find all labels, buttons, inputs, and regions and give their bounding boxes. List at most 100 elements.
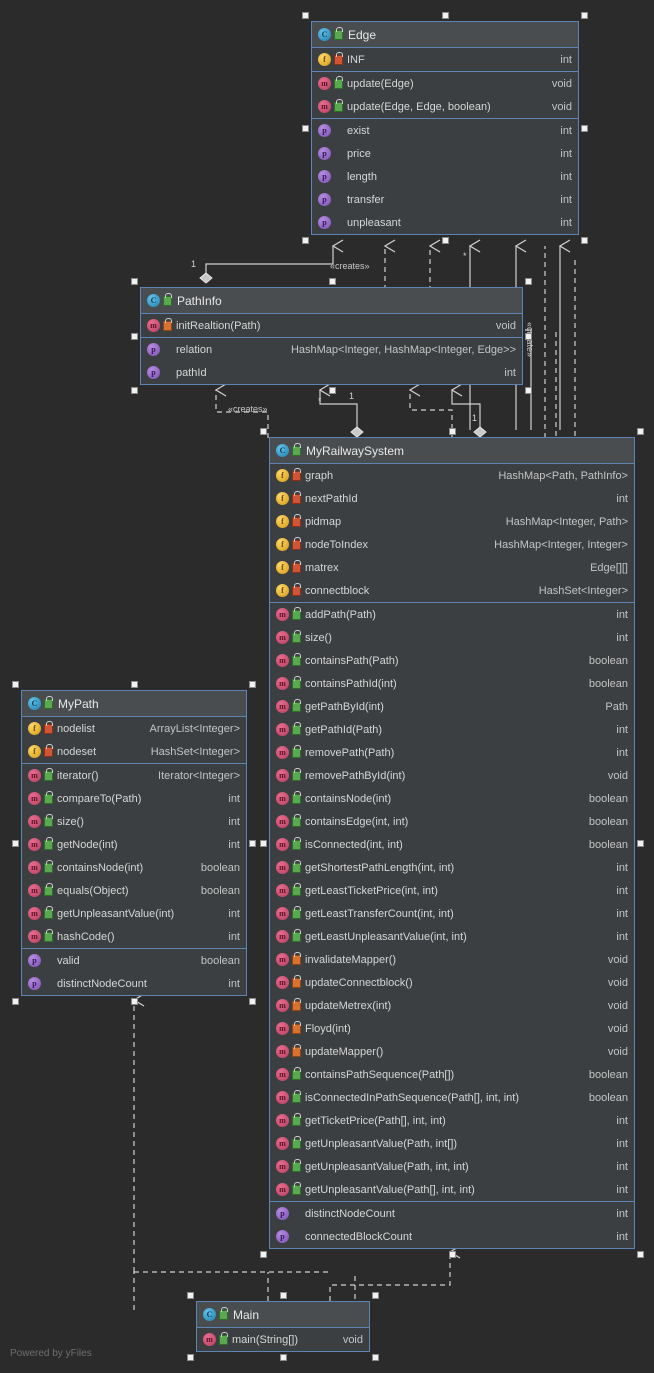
member-row[interactable]: m getPathId(Path) int bbox=[270, 718, 634, 741]
member-row[interactable]: m getUnpleasantValue(int) int bbox=[22, 902, 246, 925]
member-row[interactable]: f pidmap HashMap<Integer, Path> bbox=[270, 510, 634, 533]
member-row[interactable]: m Floyd(int) void bbox=[270, 1017, 634, 1040]
handle-mid-right[interactable] bbox=[249, 840, 256, 847]
member-row[interactable]: m getTicketPrice(Path[], int, int) int bbox=[270, 1109, 634, 1132]
member-row[interactable]: m getLeastTicketPrice(int, int) int bbox=[270, 879, 634, 902]
handle-top-center[interactable] bbox=[131, 681, 138, 688]
handle-bottom-left[interactable] bbox=[187, 1354, 194, 1361]
member-row[interactable]: f nextPathId int bbox=[270, 487, 634, 510]
handle-mid-right[interactable] bbox=[637, 840, 644, 847]
handle-top-center[interactable] bbox=[442, 12, 449, 19]
member-row[interactable]: f nodeset HashSet<Integer> bbox=[22, 740, 246, 763]
handle-bottom-left[interactable] bbox=[12, 998, 19, 1005]
handle-top-center[interactable] bbox=[280, 1292, 287, 1299]
member-row[interactable]: m removePath(Path) int bbox=[270, 741, 634, 764]
member-row[interactable]: p unpleasant int bbox=[312, 211, 578, 234]
handle-bottom-center[interactable] bbox=[449, 1251, 456, 1258]
member-row[interactable]: m containsNode(int) boolean bbox=[22, 856, 246, 879]
handle-bottom-left[interactable] bbox=[260, 1251, 267, 1258]
member-row[interactable]: m containsPath(Path) boolean bbox=[270, 649, 634, 672]
handle-mid-left[interactable] bbox=[131, 333, 138, 340]
member-row[interactable]: m getUnpleasantValue(Path, int, int) int bbox=[270, 1155, 634, 1178]
handle-bottom-right[interactable] bbox=[525, 387, 532, 394]
member-row[interactable]: f nodelist ArrayList<Integer> bbox=[22, 717, 246, 740]
member-row[interactable]: m containsEdge(int, int) boolean bbox=[270, 810, 634, 833]
member-row[interactable]: m update(Edge) void bbox=[312, 72, 578, 95]
handle-bottom-center[interactable] bbox=[280, 1354, 287, 1361]
member-row[interactable]: m removePathById(int) void bbox=[270, 764, 634, 787]
member-row[interactable]: m isConnected(int, int) boolean bbox=[270, 833, 634, 856]
member-row[interactable]: m containsPathId(int) boolean bbox=[270, 672, 634, 695]
handle-bottom-center[interactable] bbox=[442, 237, 449, 244]
handle-bottom-left[interactable] bbox=[302, 237, 309, 244]
member-row[interactable]: m size() int bbox=[270, 626, 634, 649]
member-row[interactable]: m containsNode(int) boolean bbox=[270, 787, 634, 810]
handle-bottom-center[interactable] bbox=[328, 387, 336, 394]
member-row[interactable]: p valid boolean bbox=[22, 949, 246, 972]
member-row[interactable]: m initRealtion(Path) void bbox=[141, 314, 522, 337]
handle-mid-left[interactable] bbox=[12, 840, 19, 847]
member-row[interactable]: f INF int bbox=[312, 48, 578, 71]
handle-bottom-right[interactable] bbox=[581, 237, 588, 244]
handle-top-left[interactable] bbox=[131, 278, 138, 285]
handle-top-right[interactable] bbox=[372, 1292, 379, 1299]
member-row[interactable]: f graph HashMap<Path, PathInfo> bbox=[270, 464, 634, 487]
handle-top-right[interactable] bbox=[637, 428, 644, 435]
handle-mid-left[interactable] bbox=[260, 840, 267, 847]
handle-top-left[interactable] bbox=[12, 681, 19, 688]
handle-bottom-center[interactable] bbox=[131, 998, 138, 1005]
handle-bottom-left[interactable] bbox=[131, 387, 138, 394]
member-row[interactable]: m updateMetrex(int) void bbox=[270, 994, 634, 1017]
handle-bottom-right[interactable] bbox=[372, 1354, 379, 1361]
member-row[interactable]: f matrex Edge[][] bbox=[270, 556, 634, 579]
handle-top-center[interactable] bbox=[449, 428, 456, 435]
member-row[interactable]: m main(String[]) void bbox=[197, 1328, 369, 1351]
handle-mid-right[interactable] bbox=[581, 125, 588, 132]
member-row[interactable]: p exist int bbox=[312, 119, 578, 142]
member-row[interactable]: m getShortestPathLength(int, int) int bbox=[270, 856, 634, 879]
member-row[interactable]: m compareTo(Path) int bbox=[22, 787, 246, 810]
member-row[interactable]: m getUnpleasantValue(Path, int[]) int bbox=[270, 1132, 634, 1155]
class-node-edge[interactable]: C Edge f INF int m update(Edge) void m update(E… bbox=[302, 12, 588, 244]
member-row[interactable]: m updateConnectblock() void bbox=[270, 971, 634, 994]
member-row[interactable]: m getNode(int) int bbox=[22, 833, 246, 856]
member-row[interactable]: p distinctNodeCount int bbox=[22, 972, 246, 995]
member-row[interactable]: m addPath(Path) int bbox=[270, 603, 634, 626]
handle-top-center[interactable] bbox=[328, 278, 336, 285]
handle-top-left[interactable] bbox=[187, 1292, 194, 1299]
member-row[interactable]: m update(Edge, Edge, boolean) void bbox=[312, 95, 578, 118]
member-row[interactable]: f connectblock HashSet<Integer> bbox=[270, 579, 634, 602]
handle-bottom-right[interactable] bbox=[637, 1251, 644, 1258]
member-row[interactable]: p connectedBlockCount int bbox=[270, 1225, 634, 1248]
member-row[interactable]: p pathId int bbox=[141, 361, 522, 384]
handle-mid-left[interactable] bbox=[302, 125, 309, 132]
member-row[interactable]: p relation HashMap<Integer, HashMap<Intege… bbox=[141, 338, 522, 361]
handle-top-right[interactable] bbox=[525, 278, 532, 285]
class-node-mypath[interactable]: C MyPath f nodelist ArrayList<Integer> f nod… bbox=[12, 681, 256, 1005]
class-node-pathinfo[interactable]: C PathInfo m initRealtion(Path) void p relat… bbox=[131, 278, 532, 394]
uml-diagram-canvas[interactable]: «creates» «create» «creates» 1 * * 1 1 C… bbox=[0, 0, 654, 1373]
member-row[interactable]: m equals(Object) boolean bbox=[22, 879, 246, 902]
member-row[interactable]: p transfer int bbox=[312, 188, 578, 211]
member-row[interactable]: m getLeastTransferCount(int, int) int bbox=[270, 902, 634, 925]
member-row[interactable]: m getLeastUnpleasantValue(int, int) int bbox=[270, 925, 634, 948]
handle-top-right[interactable] bbox=[581, 12, 588, 19]
member-row[interactable]: m size() int bbox=[22, 810, 246, 833]
member-row[interactable]: m iterator() Iterator<Integer> bbox=[22, 764, 246, 787]
member-row[interactable]: m getUnpleasantValue(Path[], int, int) int bbox=[270, 1178, 634, 1201]
member-row[interactable]: m updateMapper() void bbox=[270, 1040, 634, 1063]
handle-top-right[interactable] bbox=[249, 681, 256, 688]
member-row[interactable]: m isConnectedInPathSequence(Path[], int, … bbox=[270, 1086, 634, 1109]
member-row[interactable]: p distinctNodeCount int bbox=[270, 1202, 634, 1225]
handle-top-left[interactable] bbox=[302, 12, 309, 19]
member-row[interactable]: m hashCode() int bbox=[22, 925, 246, 948]
member-row[interactable]: m getPathById(int) Path bbox=[270, 695, 634, 718]
member-row[interactable]: p length int bbox=[312, 165, 578, 188]
class-node-main[interactable]: C Main m main(String[]) void bbox=[187, 1292, 379, 1361]
member-row[interactable]: m invalidateMapper() void bbox=[270, 948, 634, 971]
member-row[interactable]: f nodeToIndex HashMap<Integer, Integer> bbox=[270, 533, 634, 556]
member-row[interactable]: m containsPathSequence(Path[]) boolean bbox=[270, 1063, 634, 1086]
handle-bottom-right[interactable] bbox=[249, 998, 256, 1005]
class-node-myrailwaysystem[interactable]: C MyRailwaySystem f graph HashMap<Path, Pa… bbox=[260, 428, 644, 1258]
handle-top-left[interactable] bbox=[260, 428, 267, 435]
